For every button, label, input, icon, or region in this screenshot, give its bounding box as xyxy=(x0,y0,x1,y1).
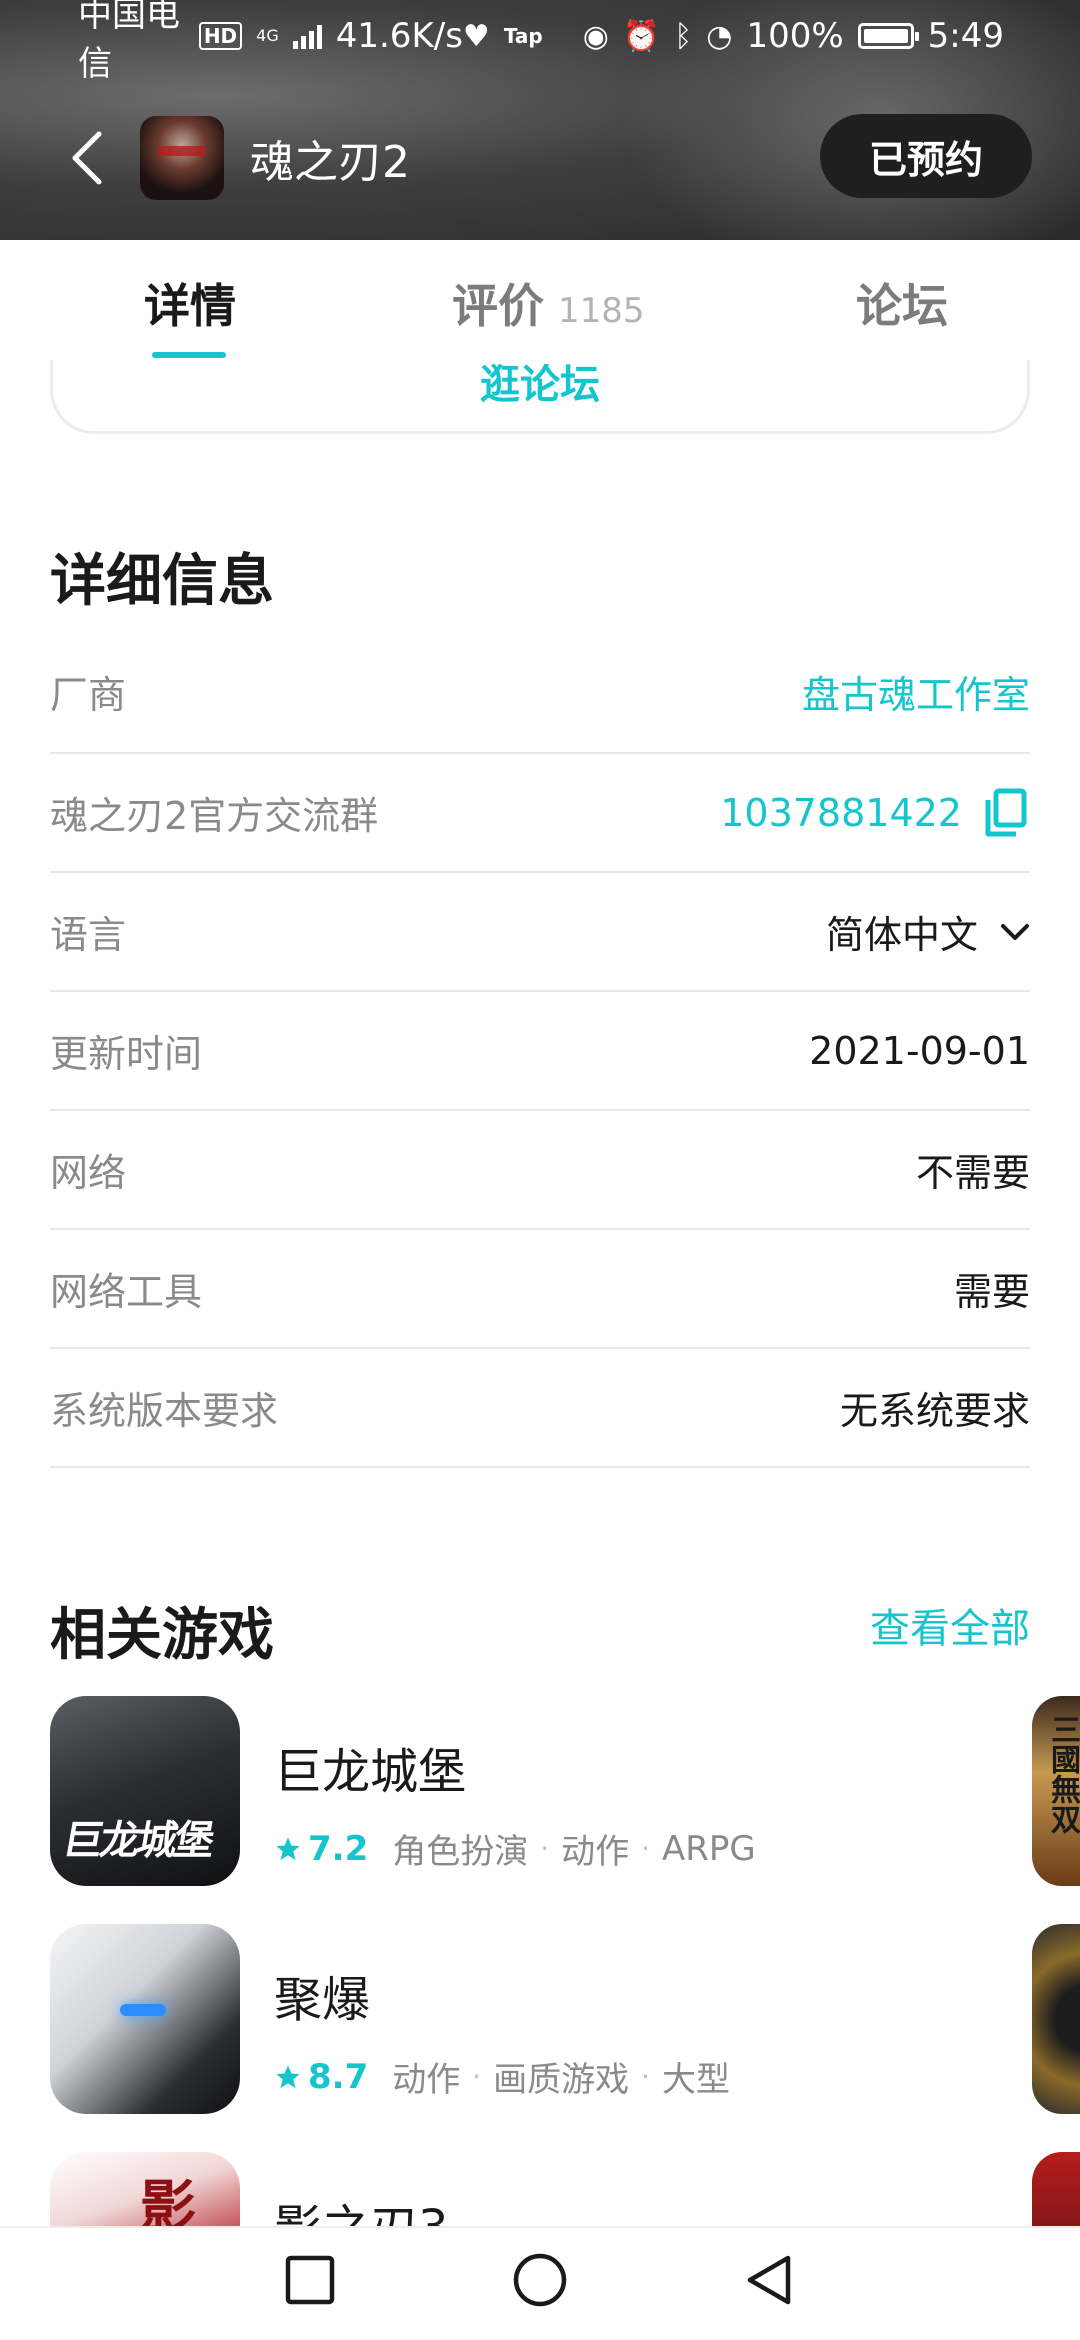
chevron-left-icon xyxy=(72,131,102,185)
page-title: 魂之刃2 xyxy=(250,137,410,188)
network-speed: 41.6K/s xyxy=(335,16,463,56)
info-label: 更新时间 xyxy=(50,1032,203,1076)
star-icon xyxy=(276,2064,300,2088)
hd-badge: HD xyxy=(198,22,243,50)
alarm-icon: ⏰ xyxy=(622,18,661,54)
speedometer-icon: ◔ xyxy=(706,18,733,54)
tab-reviews-label: 评价 xyxy=(452,279,544,333)
details-section-title: 详细信息 xyxy=(50,549,274,614)
game-tag: 大型 xyxy=(662,2060,731,2100)
game-icon-text: 巨龙城堡 xyxy=(59,1818,216,1864)
info-row-language[interactable]: 语言 简体中文 xyxy=(50,873,1030,992)
signal-icon xyxy=(292,23,322,49)
game-rating: 7.2 xyxy=(308,1828,369,1869)
game-meta: 巨龙城堡 7.2 角色扮演 · 动作 · ARPG xyxy=(274,1696,756,1873)
game-subinfo: 8.7 动作 · 画质游戏 · 大型 xyxy=(274,2052,730,2101)
tab-details[interactable]: 详情 xyxy=(144,270,236,336)
app-bar: 魂之刃2 已预约 xyxy=(0,110,1080,206)
battery-percent: 100% xyxy=(746,16,844,56)
top-header: 中国电信 HD 4G 41.6K/s ♥ Tap ◉ ⏰ ᛒ ◔ 100% 5:… xyxy=(0,0,1080,240)
info-row-update-time: 更新时间 2021-09-01 xyxy=(50,992,1030,1111)
info-row-developer: 厂商 盘古魂工作室 xyxy=(50,630,1030,754)
info-label: 网络 xyxy=(50,1151,127,1195)
star-icon xyxy=(276,1836,300,1860)
see-all-link[interactable]: 查看全部 xyxy=(870,1596,1030,1654)
info-row-network-tool: 网络工具 需要 xyxy=(50,1230,1030,1349)
info-row-network: 网络 不需要 xyxy=(50,1111,1030,1230)
status-bar: 中国电信 HD 4G 41.6K/s ♥ Tap ◉ ⏰ ᛒ ◔ 100% 5:… xyxy=(0,0,1080,84)
circle-icon xyxy=(513,2253,567,2307)
info-value: 2021-09-01 xyxy=(809,1028,1030,1073)
info-value: 无系统要求 xyxy=(839,1389,1030,1433)
info-label: 厂商 xyxy=(50,672,127,717)
tag-separator: · xyxy=(472,2060,482,2093)
triangle-back-icon xyxy=(747,2255,791,2305)
active-tab-indicator xyxy=(152,352,226,358)
info-label: 网络工具 xyxy=(50,1270,203,1314)
tab-forum[interactable]: 论坛 xyxy=(856,270,948,336)
carrier-label: 中国电信 xyxy=(78,0,180,84)
system-nav-bar xyxy=(0,2226,1080,2340)
eye-icon: ◉ xyxy=(582,18,609,54)
game-subinfo: 7.2 角色扮演 · 动作 · ARPG xyxy=(274,1824,756,1873)
game-name: 聚爆 xyxy=(274,1972,371,2028)
game-icon: 巨龙城堡 xyxy=(50,1696,240,1886)
info-row-system-requirement: 系统版本要求 无系统要求 xyxy=(50,1349,1030,1468)
related-game-item[interactable]: 巨龙城堡 巨龙城堡 7.2 角色扮演 · 动作 · ARPG 三國無双 xyxy=(50,1696,1080,1924)
recents-button[interactable] xyxy=(278,2248,342,2312)
reserved-button[interactable]: 已预约 xyxy=(820,114,1032,198)
back-button[interactable] xyxy=(62,123,112,193)
tab-forum-label: 论坛 xyxy=(856,279,948,333)
developer-link[interactable]: 盘古魂工作室 xyxy=(802,664,1030,719)
details-list: 厂商 盘古魂工作室 魂之刃2官方交流群 1037881422 语言 简体中文 更… xyxy=(50,630,1030,1468)
game-meta: 聚爆 8.7 动作 · 画质游戏 · 大型 xyxy=(274,1924,730,2101)
tab-details-label: 详情 xyxy=(144,279,236,333)
info-label: 系统版本要求 xyxy=(50,1389,279,1433)
game-tag: 动作 xyxy=(561,1832,630,1872)
info-row-group: 魂之刃2官方交流群 1037881422 xyxy=(50,754,1030,873)
copy-icon[interactable] xyxy=(984,788,1030,838)
heart-icon: ♥ xyxy=(462,18,490,54)
chevron-down-icon xyxy=(1001,923,1029,940)
tab-reviews[interactable]: 评价 1185 xyxy=(452,270,645,336)
group-number: 1037881422 xyxy=(720,788,1030,838)
game-tag: ARPG xyxy=(662,1828,756,1869)
bluetooth-icon: ᛒ xyxy=(674,18,693,54)
visit-forum-link[interactable]: 逛论坛 xyxy=(480,352,600,410)
tab-bar: 详情 评价 1185 论坛 xyxy=(0,240,1080,360)
game-tag: 动作 xyxy=(392,2060,461,2100)
tag-separator: · xyxy=(641,2060,651,2093)
related-section-title: 相关游戏 xyxy=(50,1603,274,1668)
tag-separator: · xyxy=(641,1832,651,1865)
info-value: 不需要 xyxy=(915,1151,1030,1195)
next-column-game-icon[interactable]: 三國無双 xyxy=(1032,1696,1080,1886)
related-game-item[interactable]: 聚爆 8.7 动作 · 画质游戏 · 大型 xyxy=(50,1924,1080,2152)
next-column-game-icon[interactable] xyxy=(1032,1924,1080,2114)
battery-icon xyxy=(857,23,919,49)
network-type: 4G xyxy=(256,26,279,45)
home-button[interactable] xyxy=(508,2248,572,2312)
status-left: 中国电信 HD 4G 41.6K/s xyxy=(78,0,463,85)
game-tag: 角色扮演 xyxy=(392,1832,529,1872)
status-right: ♥ Tap ◉ ⏰ ᛒ ◔ 100% 5:49 xyxy=(463,16,1004,56)
language-value[interactable]: 简体中文 xyxy=(826,904,1030,959)
tag-separator: · xyxy=(540,1832,550,1865)
language-text: 简体中文 xyxy=(825,913,978,957)
back-nav-button[interactable] xyxy=(738,2248,802,2312)
info-value: 需要 xyxy=(953,1270,1030,1314)
info-label: 语言 xyxy=(50,913,127,957)
game-name: 巨龙城堡 xyxy=(274,1744,467,1800)
peek-game-text: 三國無双 xyxy=(1045,1714,1080,1834)
game-tag: 画质游戏 xyxy=(493,2060,630,2100)
square-icon xyxy=(285,2255,335,2305)
game-icon xyxy=(50,1924,240,2114)
review-count: 1185 xyxy=(558,291,645,331)
clock: 5:49 xyxy=(927,16,1004,56)
info-label: 魂之刃2官方交流群 xyxy=(50,794,379,838)
game-thumbnail xyxy=(140,116,224,200)
game-rating: 8.7 xyxy=(308,2056,369,2097)
tap-badge: Tap xyxy=(503,24,543,48)
group-number-text: 1037881422 xyxy=(720,790,962,835)
